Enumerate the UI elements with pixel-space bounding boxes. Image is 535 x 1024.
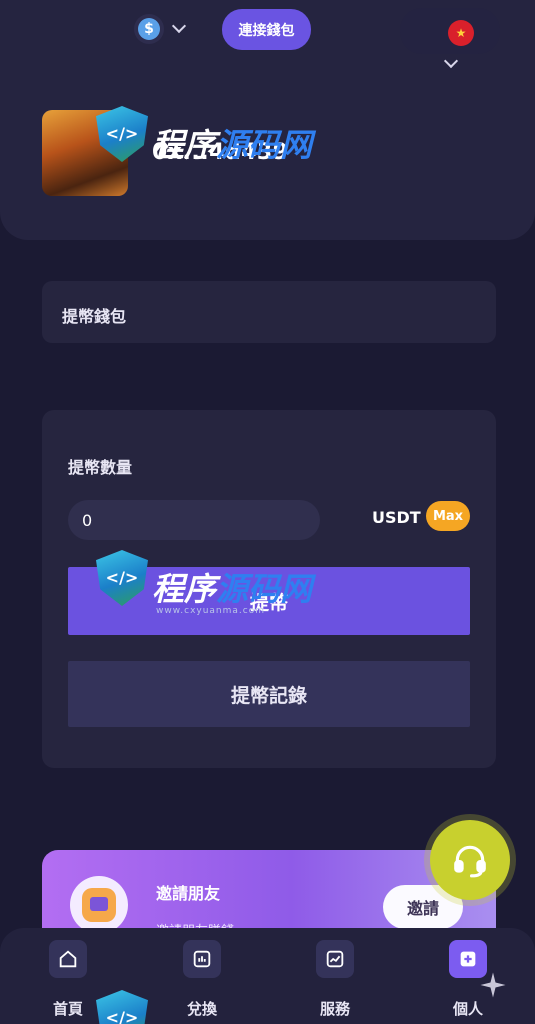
customer-support-button[interactable] <box>430 820 510 900</box>
account-id: 0x...4d439 <box>152 140 289 165</box>
sparkle-icon <box>480 972 506 998</box>
bottom-nav: 首頁 兌換 服務 個人 <box>0 928 535 1024</box>
chevron-down-icon <box>171 18 187 34</box>
withdraw-records-button[interactable]: 提幣記錄 <box>68 661 470 727</box>
home-icon <box>49 940 87 978</box>
withdraw-card: 提幣數量 USDT Max 提幣 提幣記錄 <box>42 410 496 768</box>
connect-wallet-button[interactable]: 連接錢包 <box>222 9 311 50</box>
coin-selector[interactable]: $ <box>134 14 187 44</box>
max-button[interactable]: Max <box>426 501 470 531</box>
top-bar: $ 連接錢包 ★ <box>0 0 535 69</box>
china-flag-icon: ★ <box>448 20 474 46</box>
nav-item-exchange[interactable]: 兌換 <box>163 940 243 1020</box>
withdraw-submit-button[interactable]: 提幣 <box>68 567 470 635</box>
usd-coin-icon: $ <box>134 14 164 44</box>
wallet-label: 提幣錢包 <box>62 307 127 326</box>
nav-label-exchange: 兌換 <box>186 1000 217 1018</box>
amount-label: 提幣數量 <box>68 458 133 477</box>
nav-item-services[interactable]: 服務 <box>296 940 376 1020</box>
nav-label-services: 服務 <box>319 1000 350 1018</box>
chart-icon <box>316 940 354 978</box>
avatar <box>42 110 128 196</box>
coin-symbol: $ <box>138 18 160 40</box>
withdraw-wallet-card[interactable]: 提幣錢包 <box>42 281 496 343</box>
nav-item-home[interactable]: 首頁 <box>29 940 109 1020</box>
unit-label: USDT <box>372 508 421 527</box>
nav-label-home: 首頁 <box>52 1000 83 1018</box>
nav-label-profile: 個人 <box>452 1000 483 1018</box>
language-selector[interactable]: ★ <box>400 8 500 69</box>
amount-input[interactable] <box>68 500 320 540</box>
invite-title: 邀請朋友 <box>156 884 221 903</box>
headset-icon <box>454 845 486 878</box>
exchange-icon <box>183 940 221 978</box>
invite-gift-icon <box>70 876 128 934</box>
